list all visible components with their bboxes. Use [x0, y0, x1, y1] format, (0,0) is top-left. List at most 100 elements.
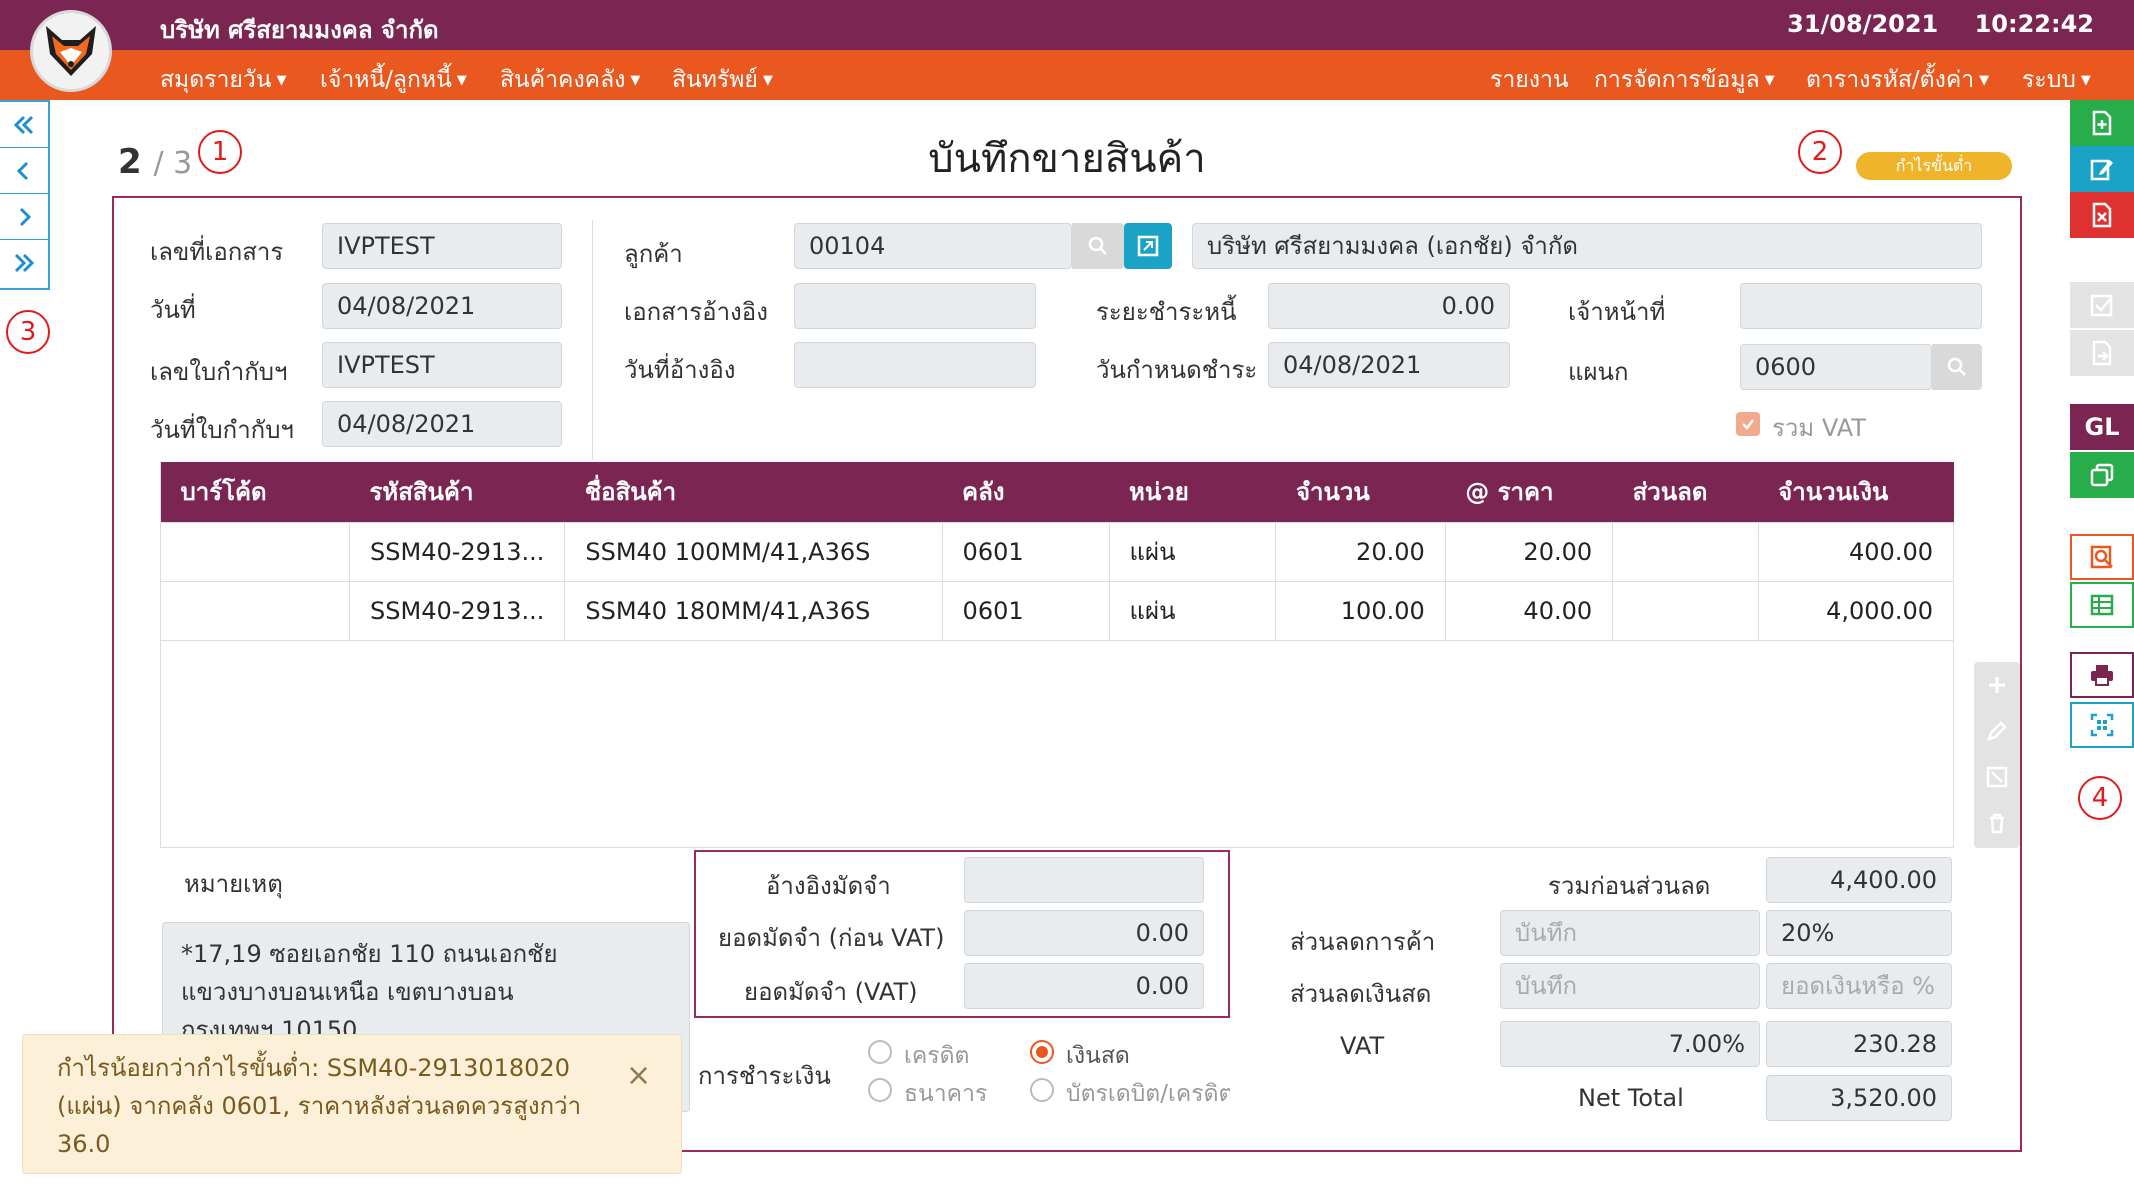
customer-label: ลูกค้า — [624, 240, 683, 268]
trade-discount-field[interactable]: 20% — [1766, 910, 1952, 956]
print-button[interactable] — [2070, 652, 2134, 698]
col-product-name[interactable]: ชื่อสินค้า — [564, 462, 943, 522]
expand-icon — [1986, 766, 2008, 788]
gl-button[interactable]: GL — [2070, 404, 2134, 450]
department-search-button[interactable] — [1932, 344, 1982, 390]
vat-rate-field[interactable]: 7.00% — [1500, 1021, 1760, 1067]
ref-date-label: วันที่อ้างอิง — [624, 356, 736, 384]
cash-discount-note-field[interactable]: บันทึก — [1500, 963, 1760, 1009]
toast-line: 36.0 — [57, 1130, 111, 1158]
payment-bank-radio[interactable] — [868, 1078, 892, 1102]
menu-assets[interactable]: สินทรัพย์ ▼ — [672, 62, 773, 98]
search-document-button[interactable] — [2070, 534, 2134, 580]
payment-card-radio[interactable] — [1030, 1078, 1054, 1102]
ref-doc-label: เอกสารอ้างอิง — [624, 298, 768, 326]
edit-row-button[interactable] — [1974, 708, 2020, 754]
payment-cash-radio[interactable] — [1030, 1040, 1054, 1064]
search-icon — [1947, 357, 1966, 376]
spreadsheet-button[interactable] — [2070, 582, 2134, 628]
post-document-button[interactable] — [2070, 330, 2134, 376]
payment-card-label: บัตรเดบิต/เครดิต — [1066, 1081, 1230, 1107]
doc-no-label: เลขที่เอกสาร — [150, 238, 284, 266]
trade-discount-label: ส่วนลดการค้า — [1290, 928, 1436, 956]
tax-invoice-field[interactable]: IVPTEST — [322, 342, 562, 388]
vat-amount-field[interactable]: 230.28 — [1766, 1021, 1952, 1067]
payment-credit-radio[interactable] — [868, 1040, 892, 1064]
expand-row-button[interactable] — [1974, 754, 2020, 800]
menu-system[interactable]: ระบบ ▼ — [2022, 62, 2091, 98]
approve-button[interactable] — [2070, 282, 2134, 328]
net-total-field[interactable]: 3,520.00 — [1766, 1075, 1952, 1121]
fox-logo-icon[interactable] — [30, 10, 112, 92]
menu-reports[interactable]: รายงาน — [1490, 62, 1569, 98]
menu-inventory[interactable]: สินค้าคงคลัง ▼ — [500, 62, 640, 98]
deposit-vat-field[interactable]: 0.00 — [964, 963, 1204, 1009]
col-quantity[interactable]: จำนวน — [1275, 462, 1446, 522]
gl-label: GL — [2084, 413, 2120, 441]
toast-line: กำไรน้อยกว่ากำไรขั้นต่ำ: SSM40-291301802… — [57, 1054, 570, 1082]
payment-credit-label: เครดิต — [904, 1043, 970, 1069]
department-field[interactable]: 0600 — [1740, 344, 1932, 390]
menu-payables-receivables[interactable]: เจ้าหนี้/ลูกหนี้ ▼ — [320, 62, 467, 98]
deposit-pre-vat-label: ยอดมัดจำ (ก่อน VAT) — [718, 924, 945, 952]
officer-field[interactable] — [1740, 283, 1982, 329]
toast-close-icon[interactable]: × — [626, 1058, 651, 1093]
printer-icon — [2091, 665, 2113, 686]
vat-included-checkbox[interactable] — [1736, 412, 1760, 436]
customer-search-button[interactable] — [1072, 223, 1124, 269]
trade-discount-note-field[interactable]: บันทึก — [1500, 910, 1760, 956]
customer-code-field[interactable]: 00104 — [794, 223, 1072, 269]
current-date: 31/08/2021 — [1787, 10, 1939, 38]
tax-invoice-date-field[interactable]: 04/08/2021 — [322, 401, 562, 447]
delete-row-button[interactable] — [1974, 800, 2020, 846]
ref-date-field[interactable] — [794, 342, 1036, 388]
customer-open-button[interactable] — [1124, 223, 1172, 269]
col-amount[interactable]: จำนวนเงิน — [1758, 462, 1954, 522]
datetime: 31/08/2021 10:22:42 — [1759, 10, 2094, 38]
cell-amount: 400.00 — [1757, 521, 1955, 582]
table-row[interactable]: SSM40-2913... SSM40 180MM/41,A36S 0601 แ… — [159, 580, 1955, 641]
due-date-field[interactable]: 04/08/2021 — [1268, 342, 1510, 388]
cell-discount — [1612, 580, 1759, 641]
vat-included-label: รวม VAT — [1772, 414, 1866, 442]
before-discount-field[interactable]: 4,400.00 — [1766, 857, 1952, 903]
col-warehouse[interactable]: คลัง — [942, 462, 1110, 522]
col-barcode[interactable]: บาร์โค้ด — [160, 462, 350, 522]
doc-no-field[interactable]: IVPTEST — [322, 223, 562, 269]
cell-unit: แผ่น — [1108, 580, 1277, 641]
col-discount[interactable]: ส่วนลด — [1612, 462, 1759, 522]
check-icon — [1742, 419, 1754, 430]
last-record-button[interactable] — [0, 240, 48, 286]
col-price[interactable]: @ ราคา — [1445, 462, 1613, 522]
cash-discount-field[interactable]: ยอดเงินหรือ % — [1766, 963, 1952, 1009]
cell-barcode — [159, 521, 351, 582]
cell-quantity: 20.00 — [1275, 521, 1446, 582]
delete-document-button[interactable] — [2070, 192, 2134, 238]
deposit-pre-vat-field[interactable]: 0.00 — [964, 910, 1204, 956]
scan-button[interactable] — [2070, 702, 2134, 748]
menu-code-settings[interactable]: ตารางรหัส/ตั้งค่า ▼ — [1806, 62, 1989, 98]
add-row-button[interactable] — [1974, 662, 2020, 708]
officer-label: เจ้าหน้าที่ — [1568, 298, 1666, 326]
cell-barcode — [159, 580, 351, 641]
items-table: บาร์โค้ด รหัสสินค้า ชื่อสินค้า คลัง หน่ว… — [159, 462, 1955, 641]
cell-discount — [1612, 521, 1759, 582]
menu-journal[interactable]: สมุดรายวัน ▼ — [160, 62, 287, 98]
cell-price: 20.00 — [1444, 521, 1614, 582]
deposit-ref-field[interactable] — [964, 857, 1204, 903]
search-file-icon — [2090, 545, 2113, 569]
menu-data-management[interactable]: การจัดการข้อมูล ▼ — [1594, 62, 1775, 98]
date-field[interactable]: 04/08/2021 — [322, 283, 562, 329]
next-record-button[interactable] — [0, 194, 48, 240]
ref-doc-field[interactable] — [794, 283, 1036, 329]
table-row[interactable]: SSM40-2913... SSM40 100MM/41,A36S 0601 แ… — [159, 521, 1955, 582]
col-product-code[interactable]: รหัสสินค้า — [349, 462, 565, 522]
copy-document-button[interactable] — [2070, 452, 2134, 498]
notes-line: แขวงบางบอนเหนือ เขตบางบอน — [181, 978, 514, 1006]
cell-warehouse: 0601 — [941, 580, 1110, 641]
cell-product-code: SSM40-2913... — [349, 580, 566, 641]
col-unit[interactable]: หน่วย — [1109, 462, 1276, 522]
credit-term-field[interactable]: 0.00 — [1268, 283, 1510, 329]
department-label: แผนก — [1568, 358, 1629, 386]
customer-name-field[interactable]: บริษัท ศรีสยามมงคล (เอกชัย) จำกัด — [1192, 223, 1982, 269]
